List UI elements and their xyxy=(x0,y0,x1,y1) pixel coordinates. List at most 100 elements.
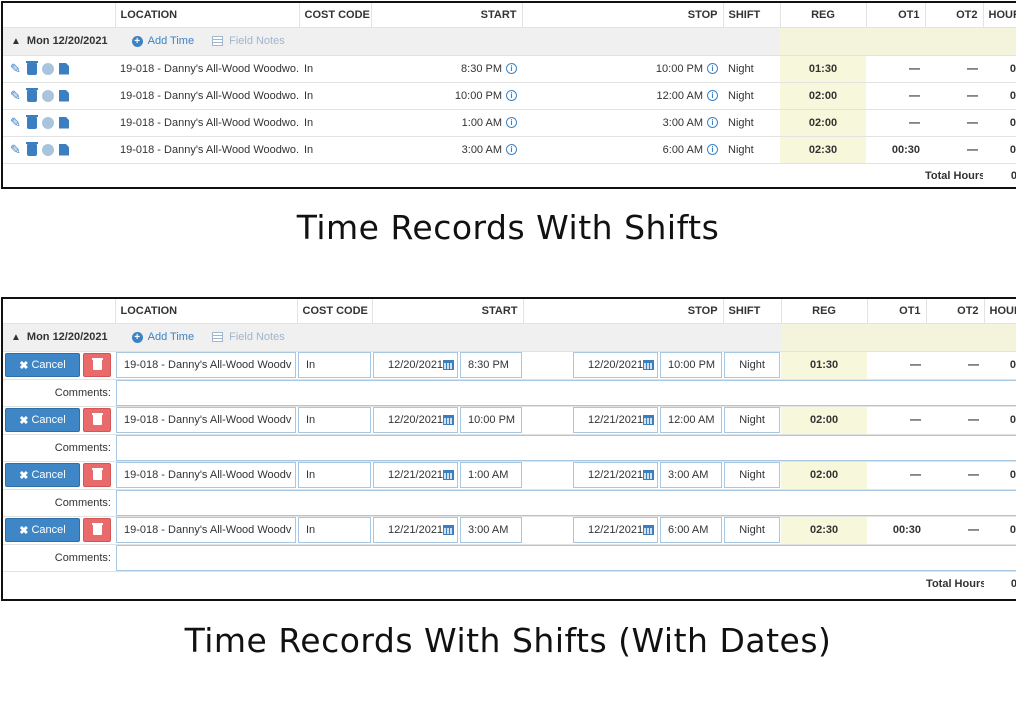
globe-icon[interactable] xyxy=(42,62,54,75)
delete-button[interactable] xyxy=(83,408,111,432)
delete-button[interactable] xyxy=(83,518,111,542)
globe-icon[interactable] xyxy=(42,143,54,156)
info-icon[interactable]: i xyxy=(707,117,718,129)
calendar-icon[interactable] xyxy=(643,415,655,425)
location-field[interactable]: 19-018 - Danny's All-Wood Woodv xyxy=(116,407,296,433)
field-notes-button[interactable]: Field Notes xyxy=(212,331,285,343)
location-field[interactable]: 19-018 - Danny's All-Wood Woodv xyxy=(116,462,296,488)
start-time-field[interactable]: 3:00 AM xyxy=(460,517,523,543)
document-icon[interactable] xyxy=(59,89,69,102)
cost-code-field[interactable]: In xyxy=(298,517,371,543)
cancel-button[interactable]: ✖ Cancel xyxy=(5,408,80,432)
info-icon[interactable]: i xyxy=(506,63,517,75)
calendar-icon[interactable] xyxy=(443,470,454,480)
info-icon[interactable]: i xyxy=(506,90,517,102)
table-row: ✎ 19-018 - Danny's All-Wood Woodwo... In… xyxy=(3,55,1016,83)
comments-field[interactable] xyxy=(116,489,1016,515)
add-time-button[interactable]: + Add Time xyxy=(131,35,194,47)
start-time-field[interactable]: 10:00 PM xyxy=(460,407,523,433)
pencil-icon[interactable]: ✎ xyxy=(10,89,22,102)
ot1-header[interactable]: OT1 xyxy=(866,3,926,28)
ot2-header[interactable]: OT2 xyxy=(925,3,984,28)
cost-code-header[interactable]: COST CODE xyxy=(297,299,373,324)
calendar-icon[interactable] xyxy=(443,360,454,370)
info-icon[interactable]: i xyxy=(707,63,718,75)
trash-icon[interactable] xyxy=(26,87,38,102)
location-header[interactable]: LOCATION xyxy=(115,299,298,324)
delete-button[interactable] xyxy=(83,463,111,487)
comments-field[interactable] xyxy=(116,544,1016,570)
caret-up-icon[interactable]: ▲ xyxy=(11,36,21,47)
stop-date-field[interactable]: 12/21/2021 xyxy=(573,407,659,433)
shift-field[interactable]: Night xyxy=(724,462,781,488)
trash-icon[interactable] xyxy=(26,114,38,129)
trash-icon[interactable] xyxy=(26,60,38,75)
stop-header[interactable]: STOP xyxy=(522,3,724,28)
stop-date-field[interactable]: 12/21/2021 xyxy=(573,517,659,543)
delete-button[interactable] xyxy=(83,353,111,377)
add-time-button[interactable]: + Add Time xyxy=(131,331,194,343)
info-icon[interactable]: i xyxy=(506,117,517,129)
shift-header[interactable]: SHIFT xyxy=(723,299,782,324)
start-time-field[interactable]: 1:00 AM xyxy=(460,462,523,488)
cost-code-field[interactable]: In xyxy=(298,407,371,433)
calendar-icon[interactable] xyxy=(443,525,454,535)
start-header[interactable]: START xyxy=(371,3,523,28)
pencil-icon[interactable]: ✎ xyxy=(10,116,22,129)
start-date-field[interactable]: 12/20/2021 xyxy=(373,352,458,378)
pencil-icon[interactable]: ✎ xyxy=(10,62,22,75)
hours-header[interactable]: HOURS xyxy=(983,3,1016,28)
hours-header[interactable]: HOURS xyxy=(984,299,1016,324)
document-icon[interactable] xyxy=(59,143,69,156)
start-header[interactable]: START xyxy=(372,299,524,324)
stop-time-field[interactable]: 12:00 AM xyxy=(660,407,723,433)
cancel-button[interactable]: ✖ Cancel xyxy=(5,353,80,377)
shift-field[interactable]: Night xyxy=(724,407,781,433)
location-field[interactable]: 19-018 - Danny's All-Wood Woodv xyxy=(116,352,296,378)
cancel-button[interactable]: ✖ Cancel xyxy=(5,463,80,487)
location-field[interactable]: 19-018 - Danny's All-Wood Woodv xyxy=(116,517,296,543)
document-icon[interactable] xyxy=(59,62,69,75)
reg-header[interactable]: REG xyxy=(780,3,867,28)
reg-header[interactable]: REG xyxy=(781,299,868,324)
location-header[interactable]: LOCATION xyxy=(115,3,300,28)
field-notes-button[interactable]: Field Notes xyxy=(212,35,285,47)
stop-date-field[interactable]: 12/20/2021 xyxy=(573,352,659,378)
shift-field[interactable]: Night xyxy=(724,517,781,543)
stop-header[interactable]: STOP xyxy=(523,299,724,324)
start-date-field[interactable]: 12/20/2021 xyxy=(373,407,458,433)
calendar-icon[interactable] xyxy=(643,525,655,535)
stop-time-field[interactable]: 3:00 AM xyxy=(660,462,723,488)
shift-field[interactable]: Night xyxy=(724,352,781,378)
pencil-icon[interactable]: ✎ xyxy=(10,143,22,156)
ot2-header[interactable]: OT2 xyxy=(926,299,985,324)
info-icon[interactable]: i xyxy=(506,144,517,156)
stop-date-field[interactable]: 12/21/2021 xyxy=(573,462,659,488)
stop-time-field[interactable]: 10:00 PM xyxy=(660,352,723,378)
caret-up-icon[interactable]: ▲ xyxy=(11,332,21,343)
start-date-field[interactable]: 12/21/2021 xyxy=(373,517,458,543)
hours-cell: 01:30 xyxy=(984,351,1016,380)
comments-field[interactable] xyxy=(116,379,1016,405)
cancel-button[interactable]: ✖ Cancel xyxy=(5,518,80,542)
calendar-icon[interactable] xyxy=(643,470,655,480)
cost-code-field[interactable]: In xyxy=(298,462,371,488)
ot1-header[interactable]: OT1 xyxy=(867,299,927,324)
calendar-icon[interactable] xyxy=(443,415,454,425)
info-icon[interactable]: i xyxy=(707,90,718,102)
cost-code-header[interactable]: COST CODE xyxy=(299,3,372,28)
stop-time-field[interactable]: 6:00 AM xyxy=(660,517,723,543)
start-cell: 3:00 AM xyxy=(461,143,502,156)
trash-icon[interactable] xyxy=(26,141,38,156)
comments-field[interactable] xyxy=(116,434,1016,460)
globe-icon[interactable] xyxy=(42,116,54,129)
start-date-field[interactable]: 12/21/2021 xyxy=(373,462,458,488)
start-time-field[interactable]: 8:30 PM xyxy=(460,352,523,378)
info-icon[interactable]: i xyxy=(707,144,718,156)
document-icon[interactable] xyxy=(59,116,69,129)
globe-icon[interactable] xyxy=(42,89,54,102)
shift-header[interactable]: SHIFT xyxy=(723,3,781,28)
cost-code-field[interactable]: In xyxy=(298,352,371,378)
close-icon: ✖ xyxy=(19,414,29,427)
calendar-icon[interactable] xyxy=(643,360,655,370)
